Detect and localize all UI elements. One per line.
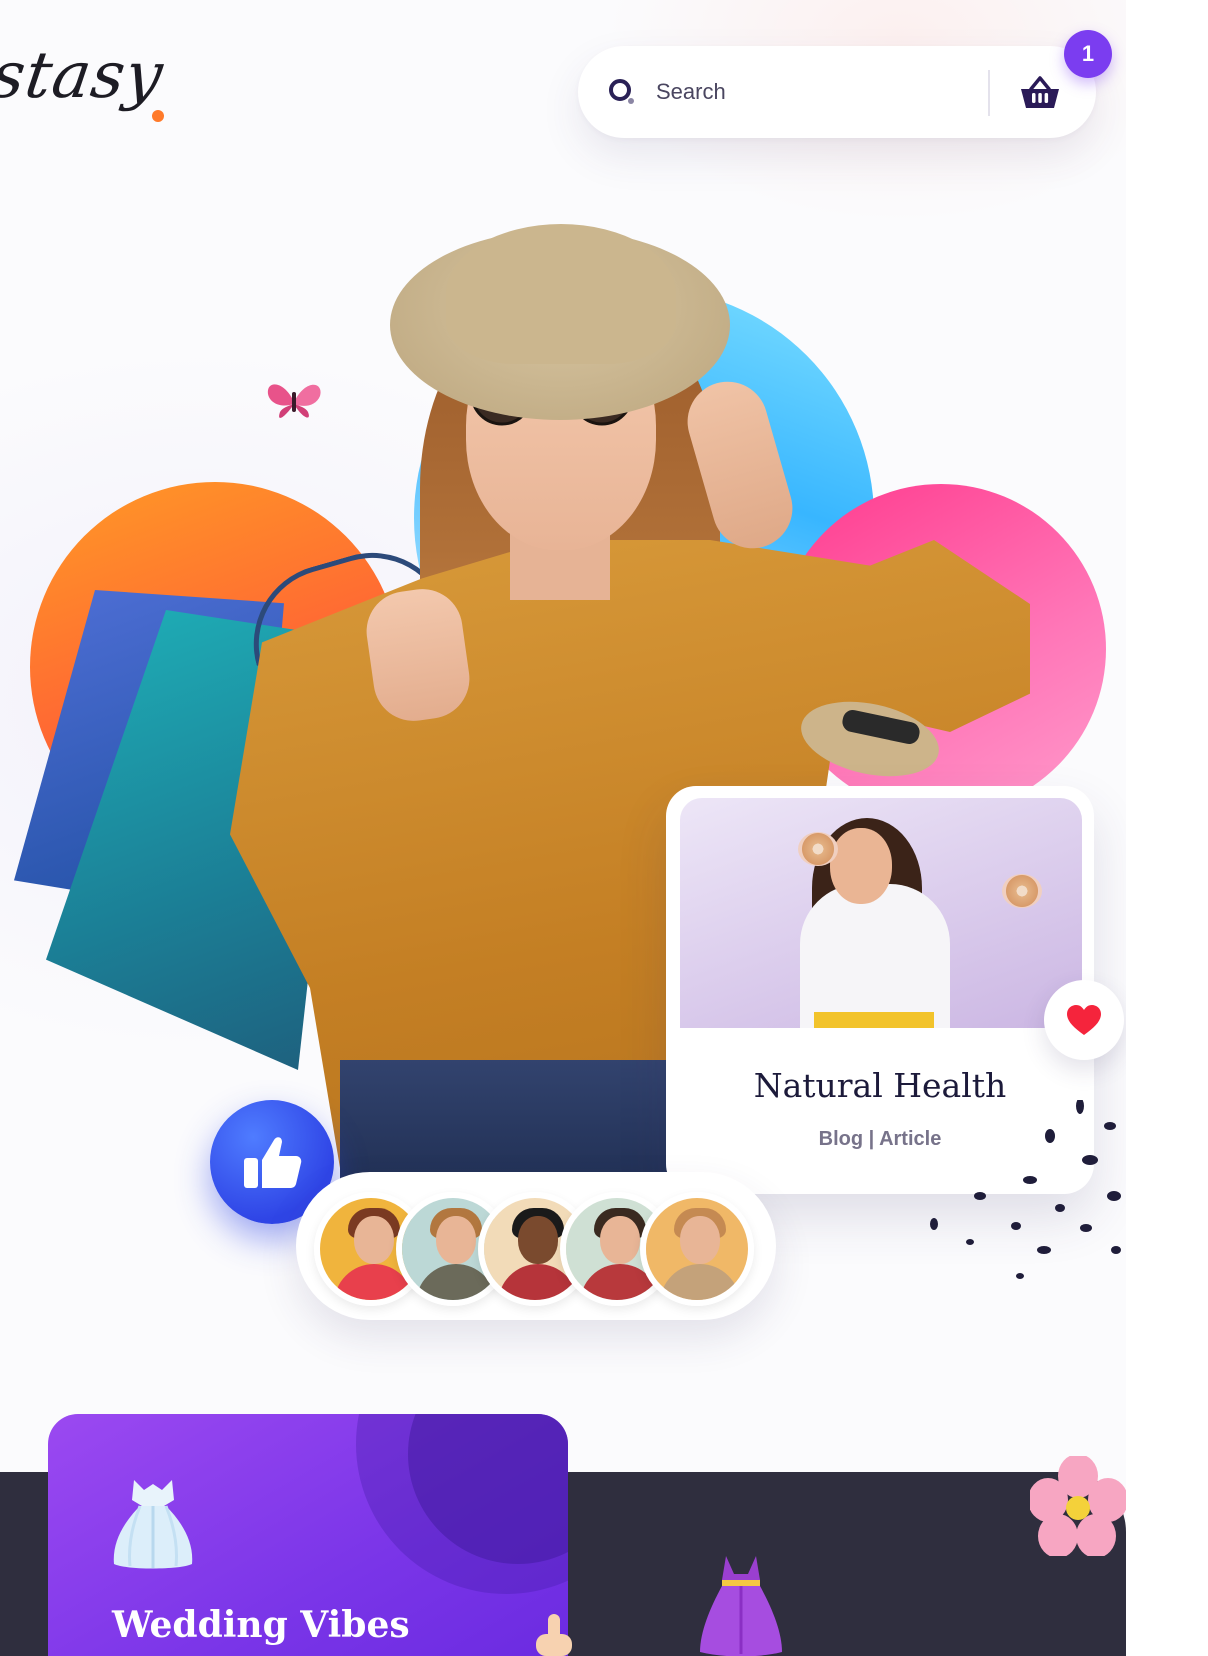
dress-icon — [700, 1556, 782, 1656]
butterfly-icon — [267, 384, 321, 418]
avatar[interactable] — [640, 1192, 754, 1306]
favorite-button[interactable] — [1044, 980, 1124, 1060]
flower-icon — [1030, 1456, 1126, 1556]
heart-icon — [1067, 1005, 1101, 1035]
card-model-pants — [814, 1012, 934, 1028]
category-card-title: Wedding Vibes — [112, 1604, 410, 1646]
thumbs-up-icon — [244, 1137, 302, 1188]
model-hat-crown — [446, 224, 676, 364]
article-image[interactable] — [680, 798, 1082, 1028]
donut-icon — [798, 832, 838, 866]
right-margin — [1126, 0, 1208, 1656]
model-jeans — [340, 1060, 680, 1180]
card-model-shirt — [800, 884, 950, 1028]
card-model-face — [830, 828, 892, 904]
pointing-hand-icon — [536, 1614, 572, 1656]
decorative-dots — [930, 1100, 1121, 1279]
donut-icon — [1002, 874, 1042, 908]
wedding-gown-icon — [113, 1480, 193, 1569]
page: stasy 1 — [0, 0, 1126, 1656]
